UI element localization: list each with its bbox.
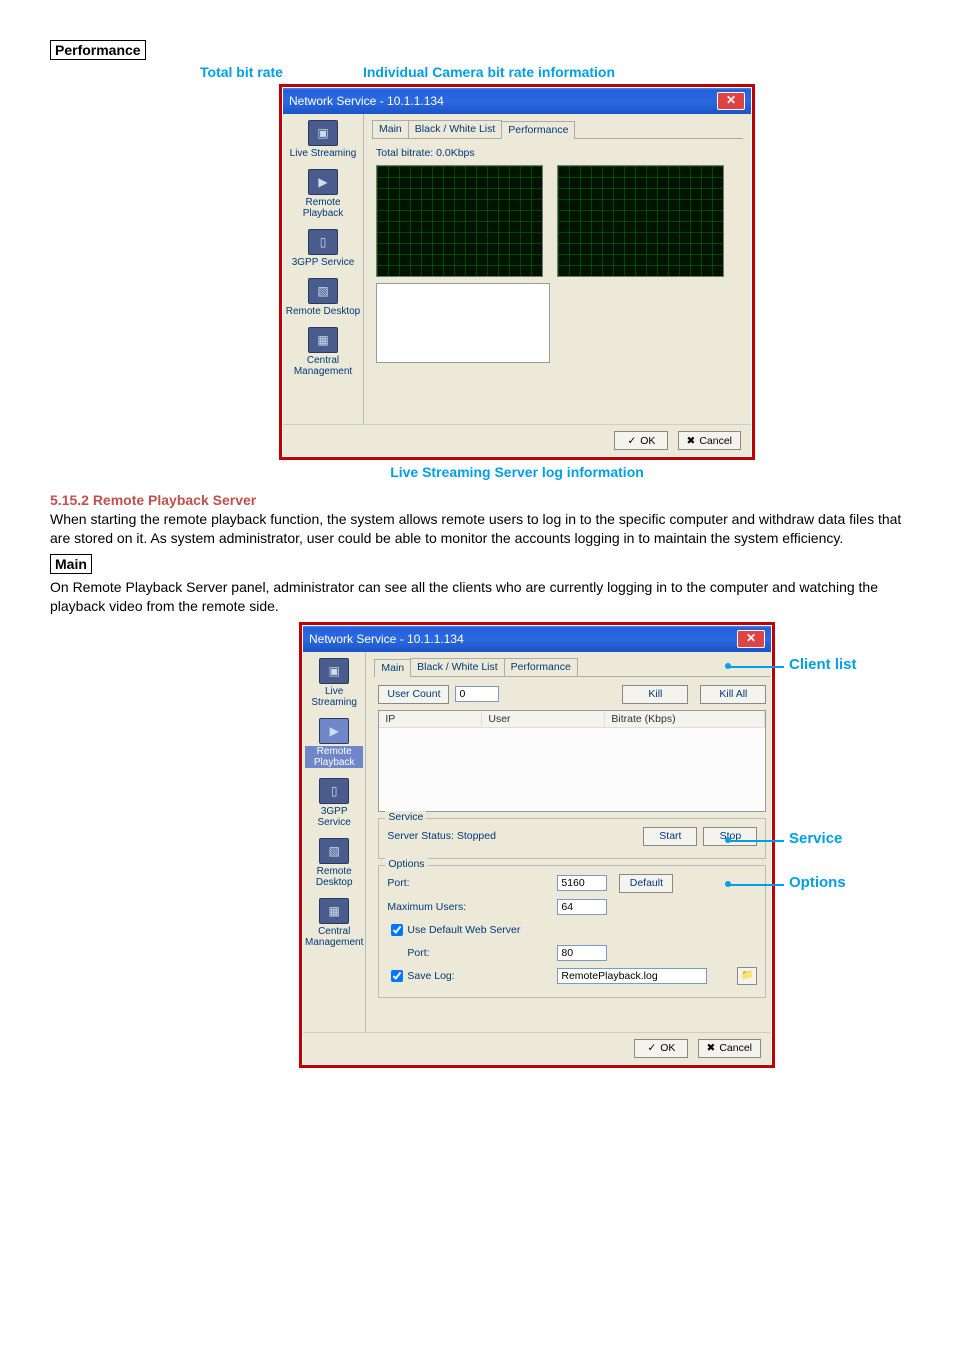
groupbox-service: Service Server Status: Stopped Start Sto… <box>378 818 766 859</box>
sidebar-item-live-streaming[interactable]: ▣ Live Streaming <box>305 658 363 708</box>
sidebar-item-3gpp-service[interactable]: ▯ 3GPP Service <box>305 778 363 828</box>
tab-black-white-list[interactable]: Black / White List <box>410 658 505 676</box>
sidebar: ▣ Live Streaming ▶ Remote Playback ▯ 3GP… <box>283 114 364 424</box>
section-main-label: Main <box>50 554 92 574</box>
client-list-header: IP User Bitrate (Kbps) <box>379 711 765 728</box>
sidebar-item-remote-playback[interactable]: ▶ Remote Playback <box>305 718 363 768</box>
monitor-icon: ▣ <box>319 658 349 684</box>
browse-folder-icon[interactable]: 📁 <box>737 967 757 985</box>
kill-button[interactable]: Kill <box>622 685 688 704</box>
tabs: Main Black / White List Performance <box>372 120 743 139</box>
section-performance-label: Performance <box>50 40 146 60</box>
sidebar-item-central-management[interactable]: ▦ Central Management <box>285 327 361 377</box>
ws-port-field[interactable] <box>557 945 607 961</box>
use-default-webserver-label: Use Default Web Server <box>407 924 520 936</box>
tab-main[interactable]: Main <box>374 659 411 677</box>
sidebar-item-remote-desktop[interactable]: ▧ Remote Desktop <box>285 278 361 317</box>
grid-icon: ▦ <box>308 327 338 353</box>
save-log-label: Save Log: <box>407 970 557 982</box>
max-users-label: Maximum Users: <box>387 901 557 913</box>
heading-remote-playback-server: 5.15.2 Remote Playback Server <box>50 492 904 508</box>
annot-options: Options <box>789 874 846 891</box>
col-user[interactable]: User <box>482 711 605 727</box>
dialog-network-service-main: Network Service - 10.1.1.134 ✕ ▣ Live St… <box>299 622 775 1068</box>
sidebar-item-3gpp-service[interactable]: ▯ 3GPP Service <box>285 229 361 268</box>
graph-total-bitrate <box>376 165 543 277</box>
close-icon[interactable]: ✕ <box>717 92 745 110</box>
titlebar: Network Service - 10.1.1.134 ✕ <box>303 626 771 652</box>
annot-line <box>729 884 784 886</box>
groupbox-options: Options Port: Default Maximum Users: <box>378 865 766 998</box>
annot-client-list: Client list <box>789 656 857 673</box>
tab-performance[interactable]: Performance <box>501 121 575 139</box>
sidebar-item-remote-playback[interactable]: ▶ Remote Playback <box>285 169 361 219</box>
grid-icon: ▦ <box>319 898 349 924</box>
paragraph-main-desc: On Remote Playback Server panel, adminis… <box>50 578 904 616</box>
ok-button[interactable]: ✓ OK <box>634 1039 688 1058</box>
paragraph-remote-playback-desc: When starting the remote playback functi… <box>50 510 904 548</box>
annot-line <box>729 666 784 668</box>
dialog-network-service-performance: Network Service - 10.1.1.134 ✕ ▣ Live St… <box>279 84 755 460</box>
header-total-bitrate: Total bit rate <box>200 64 283 80</box>
start-button[interactable]: Start <box>643 827 697 846</box>
desktop-icon: ▧ <box>308 278 338 304</box>
play-icon: ▶ <box>308 169 338 195</box>
dialog-title: Network Service - 10.1.1.134 <box>289 94 444 108</box>
port-label: Port: <box>387 877 557 889</box>
tabs: Main Black / White List Performance <box>374 658 770 677</box>
sidebar-item-live-streaming[interactable]: ▣ Live Streaming <box>285 120 361 159</box>
graph-individual-camera-bitrate <box>557 165 724 277</box>
annot-dot <box>725 881 731 887</box>
total-bitrate-label: Total bitrate: 0.0Kbps <box>376 147 739 159</box>
cancel-button[interactable]: ✖ Cancel <box>678 431 742 450</box>
col-ip[interactable]: IP <box>379 711 482 727</box>
monitor-icon: ▣ <box>308 120 338 146</box>
max-users-field[interactable] <box>557 899 607 915</box>
kill-all-button[interactable]: Kill All <box>700 685 766 704</box>
sidebar-item-remote-desktop[interactable]: ▧ Remote Desktop <box>305 838 363 888</box>
annot-dot <box>725 663 731 669</box>
log-list[interactable] <box>376 283 550 363</box>
dialog-title: Network Service - 10.1.1.134 <box>309 632 464 646</box>
use-default-webserver-checkbox[interactable] <box>391 924 403 936</box>
ok-button[interactable]: ✓ OK <box>614 431 668 450</box>
port-field[interactable] <box>557 875 607 891</box>
close-icon[interactable]: ✕ <box>737 630 765 648</box>
groupbox-service-title: Service <box>385 811 426 823</box>
default-button[interactable]: Default <box>619 874 673 893</box>
save-log-checkbox[interactable] <box>391 970 403 982</box>
cancel-button[interactable]: ✖ Cancel <box>698 1039 762 1058</box>
sidebar: ▣ Live Streaming ▶ Remote Playback ▯ 3GP… <box>303 652 366 1032</box>
server-status-label: Server Status: Stopped <box>387 830 557 842</box>
device-icon: ▯ <box>308 229 338 255</box>
col-bitrate[interactable]: Bitrate (Kbps) <box>605 711 765 727</box>
titlebar: Network Service - 10.1.1.134 ✕ <box>283 88 751 114</box>
tab-performance[interactable]: Performance <box>504 658 578 676</box>
desktop-icon: ▧ <box>319 838 349 864</box>
header-individual-camera-bitrate: Individual Camera bit rate information <box>363 64 615 80</box>
caption-live-streaming-log: Live Streaming Server log information <box>130 464 904 480</box>
play-icon: ▶ <box>319 718 349 744</box>
tab-black-white-list[interactable]: Black / White List <box>408 120 503 138</box>
annot-service: Service <box>789 830 842 847</box>
log-file-field[interactable] <box>557 968 707 984</box>
ws-port-label: Port: <box>407 947 557 959</box>
annot-dot <box>725 837 731 843</box>
groupbox-options-title: Options <box>385 858 427 870</box>
user-count-button[interactable]: User Count <box>378 685 449 704</box>
sidebar-item-central-management[interactable]: ▦ Central Management <box>305 898 363 948</box>
tab-main[interactable]: Main <box>372 120 409 138</box>
user-count-field[interactable] <box>455 686 499 702</box>
device-icon: ▯ <box>319 778 349 804</box>
annot-line <box>729 840 784 842</box>
client-list[interactable]: IP User Bitrate (Kbps) <box>378 710 766 812</box>
stop-button[interactable]: Stop <box>703 827 757 846</box>
